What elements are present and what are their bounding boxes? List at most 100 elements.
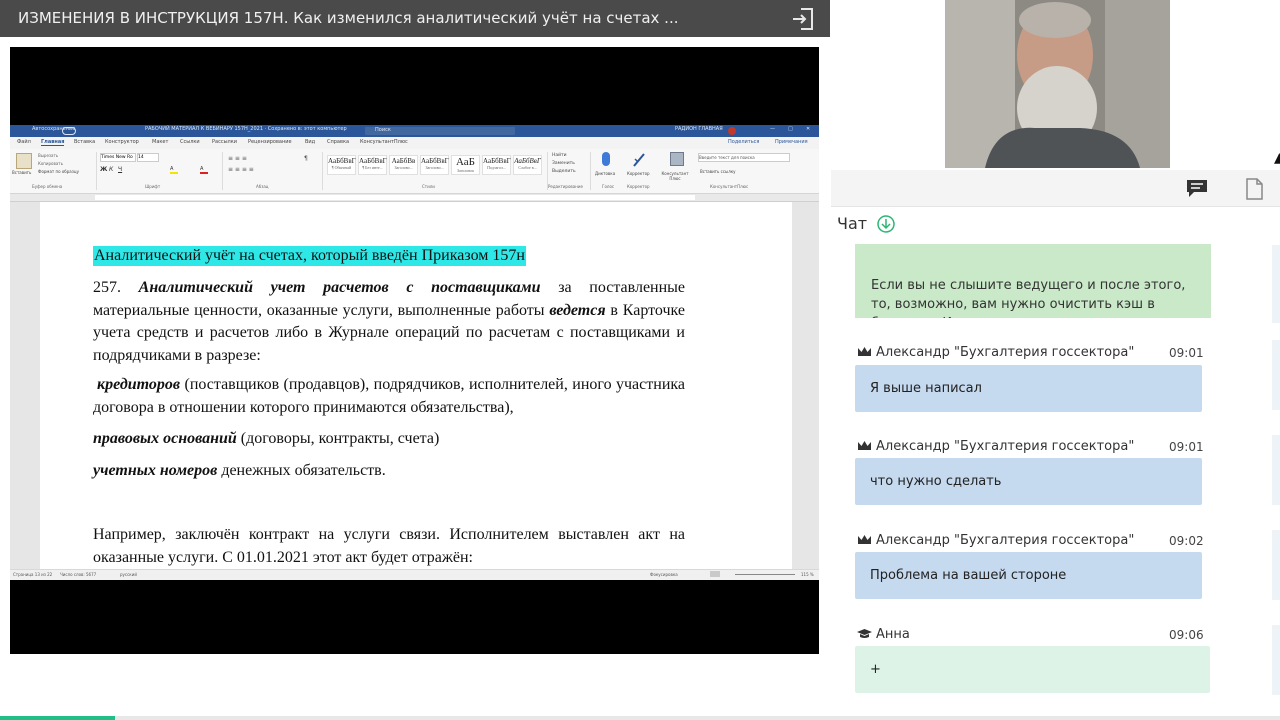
- style-preview: АаБбВвГ: [483, 157, 511, 165]
- tab-help[interactable]: Справка: [327, 139, 349, 145]
- style-heading-2[interactable]: АаБбВвГ Заголово...: [420, 155, 449, 175]
- style-heading-1[interactable]: АаБбВв Заголово...: [389, 155, 418, 175]
- paragraph-number: 257.: [93, 279, 121, 296]
- cut-button[interactable]: Вырезать: [38, 153, 58, 158]
- list-item-creditors: кредиторов (поставщиков (продавцов), под…: [93, 374, 685, 419]
- format-painter-button[interactable]: Формат по образцу: [38, 169, 79, 174]
- document-name: РАБОЧИЙ МАТЕРИАЛ К ВЕБИНАРУ 157Н_2021 · …: [145, 126, 347, 132]
- close-icon[interactable]: ✕: [806, 126, 810, 132]
- clipped-card: [1272, 625, 1280, 695]
- word-search-box[interactable]: Поиск: [365, 127, 515, 135]
- crown-icon: [857, 440, 872, 455]
- paste-icon[interactable]: [16, 153, 32, 169]
- consultant-icon[interactable]: [670, 152, 684, 166]
- style-preview: АаБ: [456, 156, 475, 168]
- tab-insert[interactable]: Вставка: [74, 139, 95, 145]
- bold-phrase: Аналитический учет расчетов с поставщика…: [138, 279, 541, 296]
- minimize-icon[interactable]: —: [770, 126, 775, 132]
- chat-bubble-icon[interactable]: [1185, 178, 1209, 202]
- consultant-label: Консультант Плюс: [661, 171, 689, 181]
- underline-icon[interactable]: Ч: [118, 166, 122, 173]
- font-color-icon[interactable]: A: [200, 166, 208, 174]
- document-page[interactable]: Аналитический учёт на счетах, который вв…: [40, 202, 792, 580]
- tab-design[interactable]: Конструктор: [105, 139, 139, 145]
- video-progress-fill: [0, 716, 116, 720]
- message-bubble: Я выше написал: [855, 365, 1202, 412]
- message-bubble: Проблема на вашей стороне: [855, 552, 1202, 599]
- style-label: ¶ Обычный: [331, 165, 352, 170]
- tab-file[interactable]: Файл: [17, 139, 31, 145]
- style-normal[interactable]: АаБбВвГ ¶ Обычный: [327, 155, 356, 175]
- word-count: Число слов: 5677: [60, 572, 97, 577]
- message-bubble: что нужно сделать: [855, 458, 1202, 505]
- tab-home[interactable]: Главная: [41, 139, 65, 146]
- style-no-spacing[interactable]: АаБбВвГ ¶ Без инте...: [358, 155, 387, 175]
- video-progress-bar[interactable]: [0, 716, 1280, 720]
- bullets-icon[interactable]: ≡ ≡ ≡: [228, 155, 247, 162]
- ribbon-home: Вставить Вырезать Копировать Формат по о…: [10, 149, 819, 194]
- zoom-slider[interactable]: [735, 574, 795, 575]
- focus-mode-button[interactable]: Фокусировка: [650, 572, 678, 577]
- tab-layout[interactable]: Макет: [152, 139, 168, 145]
- bold-phrase: кредиторов: [97, 376, 181, 393]
- style-preview: АаБбВвГ: [328, 157, 356, 165]
- highlight-color-icon[interactable]: A: [170, 166, 178, 174]
- bold-phrase: ведется: [549, 301, 606, 319]
- maximize-icon[interactable]: □: [788, 126, 793, 132]
- pilcrow-icon[interactable]: ¶: [304, 155, 308, 162]
- exit-icon[interactable]: [790, 6, 816, 32]
- editor-icon[interactable]: [633, 152, 645, 167]
- document-heading: Аналитический учёт на счетах, который вв…: [93, 246, 526, 266]
- message-bubble: +: [855, 646, 1210, 693]
- tab-consultant[interactable]: КонсультантПлюс: [360, 139, 408, 145]
- comments-button[interactable]: Примечания: [775, 139, 808, 145]
- message-author: Александр "Бухгалтерия госсектора": [857, 439, 1134, 455]
- group-label: Стили: [422, 184, 435, 189]
- video-title-bar: ИЗМЕНЕНИЯ В ИНСТРУКЦИЯ 157Н. Как изменил…: [0, 0, 830, 37]
- replace-button[interactable]: Заменить: [552, 161, 575, 166]
- style-title[interactable]: АаБ Заголовок: [451, 155, 480, 175]
- autosave-toggle[interactable]: [62, 127, 76, 135]
- italic-icon[interactable]: К: [109, 166, 113, 173]
- font-name-select[interactable]: Times New Ro: [100, 153, 136, 162]
- tab-review[interactable]: Рецензирование: [248, 139, 292, 145]
- video-title: ИЗМЕНЕНИЯ В ИНСТРУКЦИЯ 157Н. Как изменил…: [18, 9, 679, 27]
- speaker-camera: [945, 0, 1170, 168]
- find-button[interactable]: Найти: [552, 153, 567, 158]
- bold-icon[interactable]: Ж: [100, 166, 107, 173]
- tab-view[interactable]: Вид: [305, 139, 315, 145]
- select-button[interactable]: Выделить: [552, 169, 576, 174]
- print-layout-icon[interactable]: [710, 571, 720, 577]
- editor-label: Корректор: [627, 171, 650, 176]
- clipped-card: [1272, 340, 1280, 410]
- paragraph-text: (договоры, контракты, счета): [240, 430, 440, 447]
- ruler[interactable]: [10, 194, 819, 202]
- style-subtitle[interactable]: АаБбВвГ Подзагол...: [482, 155, 511, 175]
- font-size-select[interactable]: 14: [137, 153, 159, 162]
- author-name: Александр "Бухгалтерия госсектора": [876, 345, 1135, 360]
- arrow-down-circle-icon[interactable]: [877, 215, 895, 233]
- align-icon[interactable]: ≡ ≡ ≡ ≡: [228, 166, 254, 173]
- microphone-icon[interactable]: [602, 152, 610, 166]
- group-label: Буфер обмена: [32, 184, 63, 189]
- ribbon-separator: [322, 152, 323, 190]
- consultant-search-input[interactable]: Введите текст для поиска: [698, 153, 790, 162]
- message-time: 09:02: [1169, 534, 1204, 548]
- crown-icon: [857, 534, 872, 549]
- camera-strip: ▲: [831, 0, 1280, 170]
- word-title-bar: Автосохранение РАБОЧИЙ МАТЕРИАЛ К ВЕБИНА…: [10, 125, 819, 137]
- copy-button[interactable]: Копировать: [38, 161, 63, 166]
- style-subtle-emphasis[interactable]: АаБбВвГ Слабое в...: [513, 155, 542, 175]
- user-avatar[interactable]: [728, 127, 736, 135]
- message-time: 09:06: [1169, 628, 1204, 642]
- clipped-column: [1272, 240, 1280, 700]
- file-icon[interactable]: [1245, 178, 1263, 204]
- tab-references[interactable]: Ссылки: [180, 139, 200, 145]
- insert-link-button[interactable]: Вставить ссылку: [700, 169, 736, 174]
- clipped-card: [1272, 435, 1280, 505]
- share-button[interactable]: Поделиться: [728, 139, 759, 145]
- message-author: Анна: [857, 627, 910, 643]
- speaker-video-frame: [945, 0, 1170, 168]
- tab-mailings[interactable]: Рассылки: [212, 139, 237, 145]
- ribbon-separator: [590, 152, 591, 190]
